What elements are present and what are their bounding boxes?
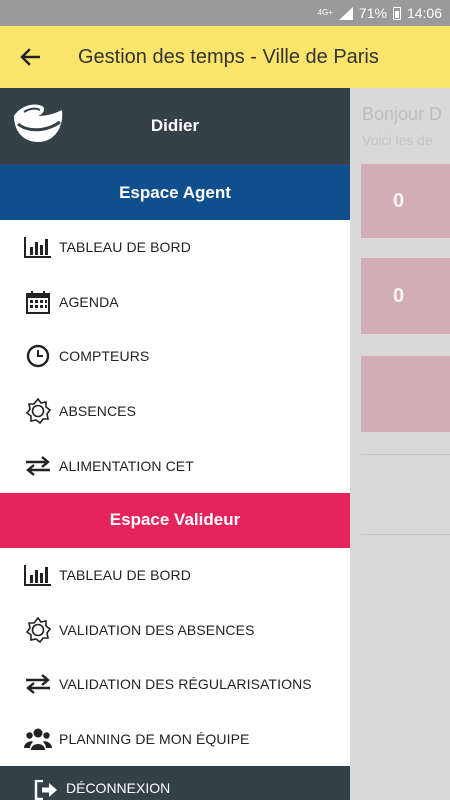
menu-item-tableau-de-bord[interactable]: TABLEAU DE BORD — [0, 220, 350, 275]
section-title: Espace Valideur — [109, 510, 241, 530]
menu-item-tableau-de-bord-valideur[interactable]: TABLEAU DE BORD — [0, 548, 350, 603]
divider — [361, 534, 450, 535]
counter-tile: 0 — [361, 164, 450, 238]
counter-tile: 0 — [361, 258, 450, 334]
signal-icon — [338, 6, 353, 20]
logout-label: DÉCONNEXION — [66, 780, 171, 796]
counter-value: 0 — [393, 284, 405, 307]
menu-item-alimentation-cet[interactable]: ALIMENTATION CET — [0, 438, 350, 493]
bar-chart-icon — [24, 561, 52, 589]
menu-item-agenda[interactable]: AGENDA — [0, 275, 350, 330]
menu-item-label: VALIDATION DES RÉGULARISATIONS — [59, 676, 312, 693]
exchange-arrows-icon — [24, 452, 52, 480]
screen: 4G+ 71% 14:06 Gestion des temps - Ville … — [0, 0, 450, 800]
divider — [361, 454, 450, 455]
arrow-left-icon — [20, 48, 40, 66]
background-page: Bonjour D Voici les de 0 0 — [350, 88, 450, 800]
navigation-drawer: Didier Espace Agent TABLEAU DE BORD AGEN… — [0, 88, 350, 800]
battery-icon — [392, 6, 401, 20]
drawer-header: Didier — [0, 88, 350, 165]
clock-time: 14:06 — [406, 5, 442, 21]
section-header-valideur: Espace Valideur — [0, 492, 350, 548]
menu-item-label: AGENDA — [59, 293, 119, 310]
menu-item-label: COMPTEURS — [59, 348, 150, 365]
menu-item-label: VALIDATION DES ABSENCES — [59, 621, 255, 638]
status-bar: 4G+ 71% 14:06 — [0, 0, 450, 26]
sun-icon — [24, 397, 52, 425]
clock-icon — [24, 342, 52, 370]
battery-percent: 71% — [358, 5, 387, 21]
section-header-agent: Espace Agent — [0, 165, 350, 220]
network-indicator: 4G+ — [317, 8, 333, 17]
menu-item-absences[interactable]: ABSENCES — [0, 384, 350, 439]
sun-icon — [24, 616, 52, 644]
app-bar: Gestion des temps - Ville de Paris — [0, 26, 450, 88]
menu-item-label: TABLEAU DE BORD — [59, 567, 191, 584]
menu-item-planning-equipe[interactable]: PLANNING DE MON ÉQUIPE — [0, 712, 350, 767]
greeting-subtitle: Voici les de — [362, 132, 433, 148]
menu-item-label: TABLEAU DE BORD — [59, 239, 191, 256]
menu-item-label: PLANNING DE MON ÉQUIPE — [59, 731, 250, 748]
back-button[interactable] — [0, 26, 60, 88]
counter-tile — [361, 356, 450, 432]
menu-item-label: ALIMENTATION CET — [59, 457, 194, 474]
greeting-text: Bonjour D — [362, 104, 443, 124]
menu-item-validation-regularisations[interactable]: VALIDATION DES RÉGULARISATIONS — [0, 657, 350, 712]
bar-chart-icon — [24, 233, 52, 261]
counter-value: 0 — [393, 189, 405, 212]
team-icon — [24, 725, 52, 753]
app-title: Gestion des temps - Ville de Paris — [78, 45, 379, 68]
menu-item-compteurs[interactable]: COMPTEURS — [0, 329, 350, 384]
logout-icon — [34, 779, 58, 800]
menu-item-validation-absences[interactable]: VALIDATION DES ABSENCES — [0, 603, 350, 658]
paris-logo-icon — [14, 104, 63, 142]
calendar-icon — [24, 288, 52, 316]
exchange-arrows-icon — [24, 670, 52, 698]
section-title: Espace Agent — [119, 182, 231, 202]
menu-item-label: ABSENCES — [59, 403, 137, 420]
logout-button[interactable]: DÉCONNEXION — [0, 766, 350, 800]
